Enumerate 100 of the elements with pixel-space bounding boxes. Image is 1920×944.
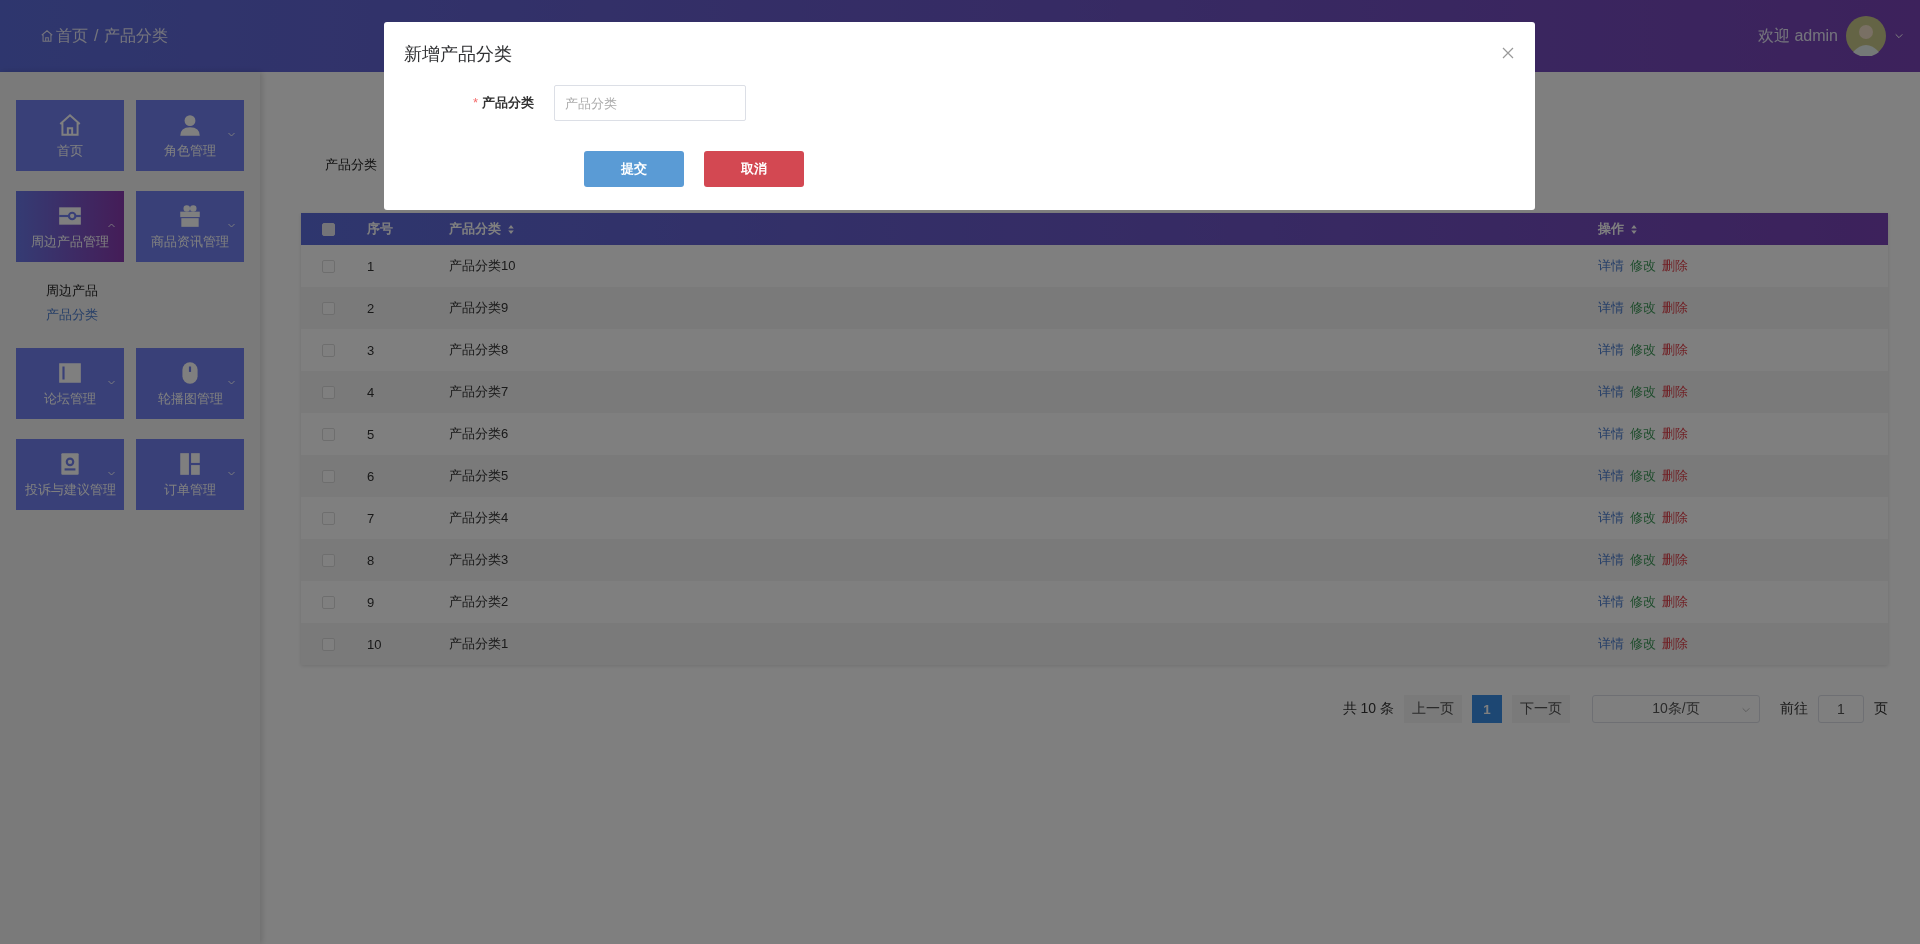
close-icon	[1502, 47, 1514, 59]
delete-link[interactable]: 删除	[1662, 426, 1688, 441]
chevron-down-icon	[1894, 31, 1904, 41]
edit-link[interactable]: 修改	[1630, 468, 1656, 483]
menu-tile[interactable]: 订单管理	[136, 439, 244, 510]
table-cell: 产品分类6	[449, 426, 509, 441]
edit-link[interactable]: 修改	[1630, 510, 1656, 525]
delete-link[interactable]: 删除	[1662, 510, 1688, 525]
table-cell: 2	[367, 300, 375, 316]
detail-link[interactable]: 详情	[1598, 300, 1624, 315]
submenu-item[interactable]: 周边产品	[46, 282, 98, 300]
select-all-checkbox[interactable]	[321, 222, 335, 236]
page-suffix: 页	[1874, 700, 1888, 718]
table-cell: 产品分类1	[449, 636, 509, 651]
close-button[interactable]	[1501, 47, 1515, 61]
total-count: 共 10 条	[1342, 700, 1394, 718]
delete-link[interactable]: 删除	[1662, 384, 1688, 399]
next-page-button[interactable]: 下一页	[1512, 695, 1570, 723]
edit-link[interactable]: 修改	[1630, 384, 1656, 399]
sortable-column-header[interactable]: 操作	[1598, 220, 1638, 238]
menu-tile[interactable]: 商品资讯管理	[136, 191, 244, 262]
breadcrumb-separator: /	[94, 27, 99, 45]
sort-icon	[1630, 223, 1638, 235]
table-cell: 7	[367, 510, 375, 526]
menu-tile[interactable]: 论坛管理	[16, 348, 124, 419]
delete-link[interactable]: 删除	[1662, 468, 1688, 483]
cancel-button[interactable]: 取消	[704, 151, 804, 187]
breadcrumb-current: 产品分类	[104, 25, 169, 46]
table-cell: 产品分类8	[449, 342, 509, 357]
detail-link[interactable]: 详情	[1598, 342, 1624, 357]
gift-icon	[177, 202, 203, 229]
edit-link[interactable]: 修改	[1630, 426, 1656, 441]
sort-icon	[507, 223, 515, 235]
table-cell: 产品分类7	[449, 384, 509, 399]
detail-link[interactable]: 详情	[1598, 510, 1624, 525]
chevron-down-icon	[227, 221, 236, 230]
submit-button[interactable]: 提交	[584, 151, 684, 187]
table-cell: 产品分类10	[449, 258, 516, 273]
delete-link[interactable]: 删除	[1662, 636, 1688, 651]
menu-tile[interactable]: 角色管理	[136, 100, 244, 171]
home-icon	[40, 29, 54, 43]
edit-link[interactable]: 修改	[1630, 258, 1656, 273]
detail-link[interactable]: 详情	[1598, 468, 1624, 483]
page-input[interactable]: 1	[1818, 695, 1864, 723]
table-cell: 产品分类2	[449, 594, 509, 609]
input-field[interactable]: 产品分类	[554, 85, 746, 121]
edit-link[interactable]: 修改	[1630, 552, 1656, 567]
menu-tile[interactable]: 投诉与建议管理	[16, 439, 124, 510]
menu-tile[interactable]: 轮播图管理	[136, 348, 244, 419]
chevron-down-icon	[227, 469, 236, 478]
detail-link[interactable]: 详情	[1598, 384, 1624, 399]
chevron-down-icon	[1741, 705, 1751, 715]
table-cell: 6	[367, 468, 375, 484]
table-cell: 1	[367, 258, 375, 274]
column-header: 序号	[367, 220, 393, 238]
delete-link[interactable]: 删除	[1662, 300, 1688, 315]
chevron-up-icon	[107, 221, 116, 230]
table-cell: 产品分类4	[449, 510, 509, 525]
sortable-column-header[interactable]: 产品分类	[449, 220, 515, 238]
dialog-title: 新增产品分类	[404, 43, 512, 66]
chevron-down-icon	[107, 469, 116, 478]
page-number[interactable]: 1	[1472, 695, 1502, 723]
edit-link[interactable]: 修改	[1630, 342, 1656, 357]
chevron-down-icon	[227, 130, 236, 139]
delete-link[interactable]: 删除	[1662, 552, 1688, 567]
avatar	[1846, 16, 1886, 56]
field-label: * 产品分类	[471, 94, 535, 112]
table-cell: 4	[367, 384, 375, 400]
menu-tile[interactable]: 首页	[16, 100, 124, 171]
chevron-down-icon	[107, 378, 116, 387]
table-cell: 9	[367, 594, 375, 610]
delete-link[interactable]: 删除	[1662, 258, 1688, 273]
edit-link[interactable]: 修改	[1630, 300, 1656, 315]
edit-link[interactable]: 修改	[1630, 636, 1656, 651]
chevron-down-icon	[227, 378, 236, 387]
layout-icon	[177, 450, 203, 477]
home-icon	[57, 111, 83, 138]
table-cell: 3	[367, 342, 375, 358]
table-cell: 10	[367, 636, 382, 652]
delete-link[interactable]: 删除	[1662, 594, 1688, 609]
detail-link[interactable]: 详情	[1598, 594, 1624, 609]
prev-page-button[interactable]: 上一页	[1404, 695, 1462, 723]
delete-link[interactable]: 删除	[1662, 342, 1688, 357]
detail-link[interactable]: 详情	[1598, 258, 1624, 273]
table-cell: 8	[367, 552, 375, 568]
page-size-select[interactable]: 10条/页	[1592, 695, 1760, 723]
detail-link[interactable]: 详情	[1598, 426, 1624, 441]
detail-link[interactable]: 详情	[1598, 636, 1624, 651]
table-cell: 产品分类9	[449, 300, 509, 315]
table-cell: 产品分类5	[449, 468, 509, 483]
edit-link[interactable]: 修改	[1630, 594, 1656, 609]
table-cell: 产品分类3	[449, 552, 509, 567]
search-label: 产品分类	[325, 156, 377, 174]
menu-tile[interactable]: 周边产品管理	[16, 191, 124, 262]
breadcrumb-link[interactable]: 首页	[56, 25, 88, 47]
welcome-text: 欢迎 admin	[1757, 25, 1838, 46]
submenu-item[interactable]: 产品分类	[46, 306, 98, 324]
table-cell: 5	[367, 426, 375, 442]
detail-link[interactable]: 详情	[1598, 552, 1624, 567]
goto-label: 前往	[1780, 700, 1808, 718]
